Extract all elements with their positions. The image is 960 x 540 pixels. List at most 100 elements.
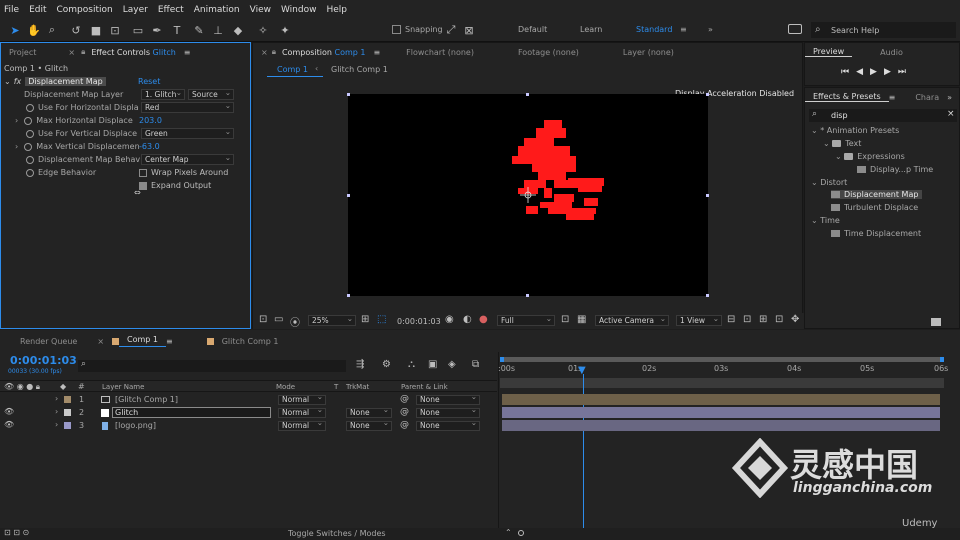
layer-mode-select[interactable]: Normal [278,406,326,418]
layer-name[interactable]: [logo.png] [115,421,156,430]
tree-displacement-map[interactable]: Displacement Map [831,190,923,199]
tab-layer[interactable]: Layer (none) [615,48,682,57]
snapping-grid-icon[interactable]: ⊠ [462,23,476,37]
subtab-comp1[interactable]: Comp 1 ‹ [267,63,323,77]
layer-bar-3[interactable] [502,420,940,431]
layer-parent-select[interactable]: None [416,406,480,418]
zoom-select[interactable]: 25% [308,314,356,326]
grid-icon[interactable]: ⊞ [361,314,369,325]
layer-bar-1[interactable] [502,394,940,405]
panel-menu-icon[interactable]: ≡ [166,337,173,346]
column-trkmat[interactable]: TrkMat [346,383,369,391]
chevron-right-icon[interactable]: › [55,420,58,429]
layer-trkmat-select[interactable]: None [346,419,392,431]
layer-row-2[interactable]: 👁︎ › 2 Glitch Normal None @ None [0,406,497,419]
close-icon[interactable]: × [97,337,104,346]
chevron-right-icon[interactable]: › [55,407,58,416]
eraser-tool-icon[interactable]: ◆ [231,23,245,37]
column-t[interactable]: T [334,383,338,391]
monitor-icon[interactable]: ▭ [274,314,283,325]
layer-row-3[interactable]: 👁︎ › 3 [logo.png] Normal None @ None [0,419,497,432]
pickwhip-icon[interactable]: @ [400,394,409,404]
eye-icon[interactable]: 👁︎ [4,420,14,429]
timeline-link-icon[interactable]: ⊡ [775,314,783,325]
viewer-timecode[interactable]: 0:00:01:03 [397,317,441,326]
tab-footage[interactable]: Footage (none) [510,48,587,57]
clear-search-icon[interactable]: × [947,109,955,119]
map-layer-source-select[interactable]: Source [188,88,234,100]
new-folder-icon[interactable] [931,318,941,326]
composition-viewer[interactable] [347,93,709,297]
layer-name-field[interactable]: Glitch [112,407,271,418]
tab-effect-controls[interactable]: Effect Controls Glitch [85,48,183,57]
first-frame-icon[interactable]: ⏮︎ [841,67,856,77]
camera-tool-icon[interactable]: ■ [89,23,103,37]
layer-name[interactable]: [Glitch Comp 1] [115,395,178,404]
menu-composition[interactable]: Composition [57,5,113,15]
work-area-bar[interactable] [500,378,944,388]
bbox-handle[interactable] [347,294,350,297]
show-snapshot-icon[interactable]: ◐ [463,314,472,325]
layer-bar-2[interactable] [502,407,940,418]
horizontal-use-select[interactable]: Red [141,101,234,113]
puppet-pin-tool-icon[interactable]: ✦ [278,23,292,37]
transparency-grid-icon[interactable]: ▦ [577,314,586,325]
layer-label-color[interactable] [64,422,71,429]
snapping-checkbox[interactable] [392,25,401,34]
zoom-tool-icon[interactable]: ⌕ [45,23,59,37]
type-tool-icon[interactable]: T [170,23,184,37]
search-help-field[interactable]: ⌕ Search Help [811,22,956,38]
brush-tool-icon[interactable]: ✎ [192,23,206,37]
close-icon[interactable]: × [261,48,268,57]
layer-parent-select[interactable]: None [416,393,480,405]
tab-audio[interactable]: Audio [872,48,911,57]
layer-mode-select[interactable]: Normal [278,419,326,431]
column-mode[interactable]: Mode [276,383,295,391]
workspace-overflow-icon[interactable]: » [708,25,713,34]
close-icon[interactable]: × [68,48,75,57]
tree-animation-presets[interactable]: ⌄ * Animation Presets [811,126,899,135]
3d-view-icon[interactable]: ⊡ [743,314,751,325]
vertical-use-select[interactable]: Green [141,127,234,139]
zoom-slider-handle[interactable] [518,530,524,536]
tree-time[interactable]: ⌄ Time [811,216,840,225]
tree-time-displacement[interactable]: Time Displacement [831,229,921,238]
wrap-pixels-checkbox[interactable] [139,169,147,177]
panel-menu-icon[interactable]: ≡ [889,93,896,102]
chevron-down-icon[interactable]: ⌄ [4,77,11,86]
tab-composition[interactable]: Composition Comp 1 [276,48,374,57]
chevron-right-icon[interactable]: › [15,142,18,151]
menu-edit[interactable]: Edit [29,5,46,15]
bbox-handle[interactable] [706,93,709,96]
bbox-handle[interactable] [347,93,350,96]
tab-project[interactable]: Project [1,48,44,57]
menu-help[interactable]: Help [326,5,347,15]
stopwatch-icon[interactable] [26,155,34,164]
stopwatch-icon[interactable] [24,116,33,125]
roto-brush-tool-icon[interactable]: ✧ [256,23,270,37]
stopwatch-icon[interactable] [26,129,34,138]
panel-overflow-icon[interactable]: » [947,93,952,102]
pan-behind-tool-icon[interactable]: ⊡ [108,23,122,37]
bbox-handle[interactable] [706,194,709,197]
tab-flowchart[interactable]: Flowchart (none) [398,48,482,57]
reset-exposure-icon[interactable]: ✥ [791,314,799,325]
rotate-tool-icon[interactable]: ↺ [69,23,83,37]
workspace-learn[interactable]: Learn [580,25,602,34]
workspace-sync-icon[interactable] [788,24,802,34]
menu-animation[interactable]: Animation [194,5,240,15]
clone-stamp-tool-icon[interactable]: ⊥ [211,23,225,37]
layer-row-1[interactable]: › 1 [Glitch Comp 1] Normal @ None [0,393,497,406]
tree-expressions[interactable]: ⌄ Expressions [835,152,905,161]
stopwatch-icon[interactable] [26,103,34,112]
menu-window[interactable]: Window [281,5,317,15]
max-horizontal-value[interactable]: 203.0 [139,116,162,125]
camera-select[interactable]: Active Camera [595,314,669,326]
tab-effects-presets[interactable]: Effects & Presets [805,92,889,102]
layer-mode-select[interactable]: Normal [278,393,326,405]
rectangle-tool-icon[interactable]: ▭ [131,23,145,37]
tab-preview[interactable]: Preview [805,47,853,57]
workspace-standard[interactable]: Standard [636,25,672,34]
tab-render-queue[interactable]: Render Queue [12,337,85,346]
column-parent[interactable]: Parent & Link [401,383,448,391]
